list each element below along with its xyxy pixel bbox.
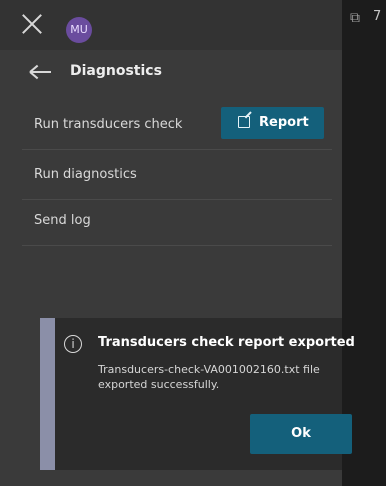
- row-label: Run diagnostics: [34, 167, 137, 182]
- toast-accent-bar: [40, 318, 55, 470]
- page-title: Diagnostics: [70, 63, 162, 79]
- toast-title: Transducers check report exported: [98, 335, 355, 350]
- toast-message: Transducers-check-VA001002160.txt file e…: [98, 363, 320, 391]
- row-run-diagnostics[interactable]: Run diagnostics: [22, 150, 332, 200]
- avatar[interactable]: MU: [66, 17, 92, 43]
- right-count: 7: [373, 9, 382, 24]
- row-label: Send log: [34, 213, 91, 228]
- report-button[interactable]: Report: [221, 107, 324, 139]
- row-send-log[interactable]: Send log: [22, 196, 332, 246]
- external-link-icon: [238, 116, 250, 128]
- info-icon: i: [64, 335, 82, 353]
- close-icon[interactable]: [20, 12, 44, 36]
- ok-button[interactable]: Ok: [250, 414, 352, 454]
- back-arrow-icon[interactable]: [29, 63, 52, 81]
- row-label: Run transducers check: [34, 117, 183, 132]
- clipboard-icon[interactable]: ⧉: [350, 10, 360, 26]
- report-button-label: Report: [259, 115, 309, 130]
- top-bar: [0, 0, 342, 50]
